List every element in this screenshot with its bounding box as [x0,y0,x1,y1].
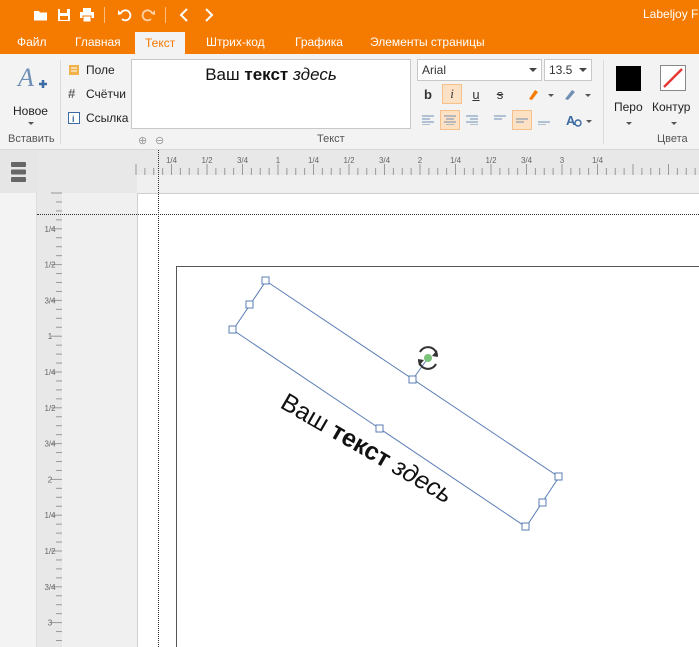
rotate-handle-icon[interactable] [418,346,438,370]
resize-handle-bottom-right[interactable] [521,522,530,531]
resize-handle-right[interactable] [538,498,547,507]
resize-handle-top[interactable] [408,375,417,384]
selected-text-object[interactable] [0,0,699,647]
resize-handle-top-left[interactable] [261,276,270,285]
resize-handle-bottom-left[interactable] [228,325,237,334]
resize-handle-left[interactable] [245,300,254,309]
resize-handle-top-right[interactable] [554,472,563,481]
resize-handle-bottom[interactable] [375,424,384,433]
